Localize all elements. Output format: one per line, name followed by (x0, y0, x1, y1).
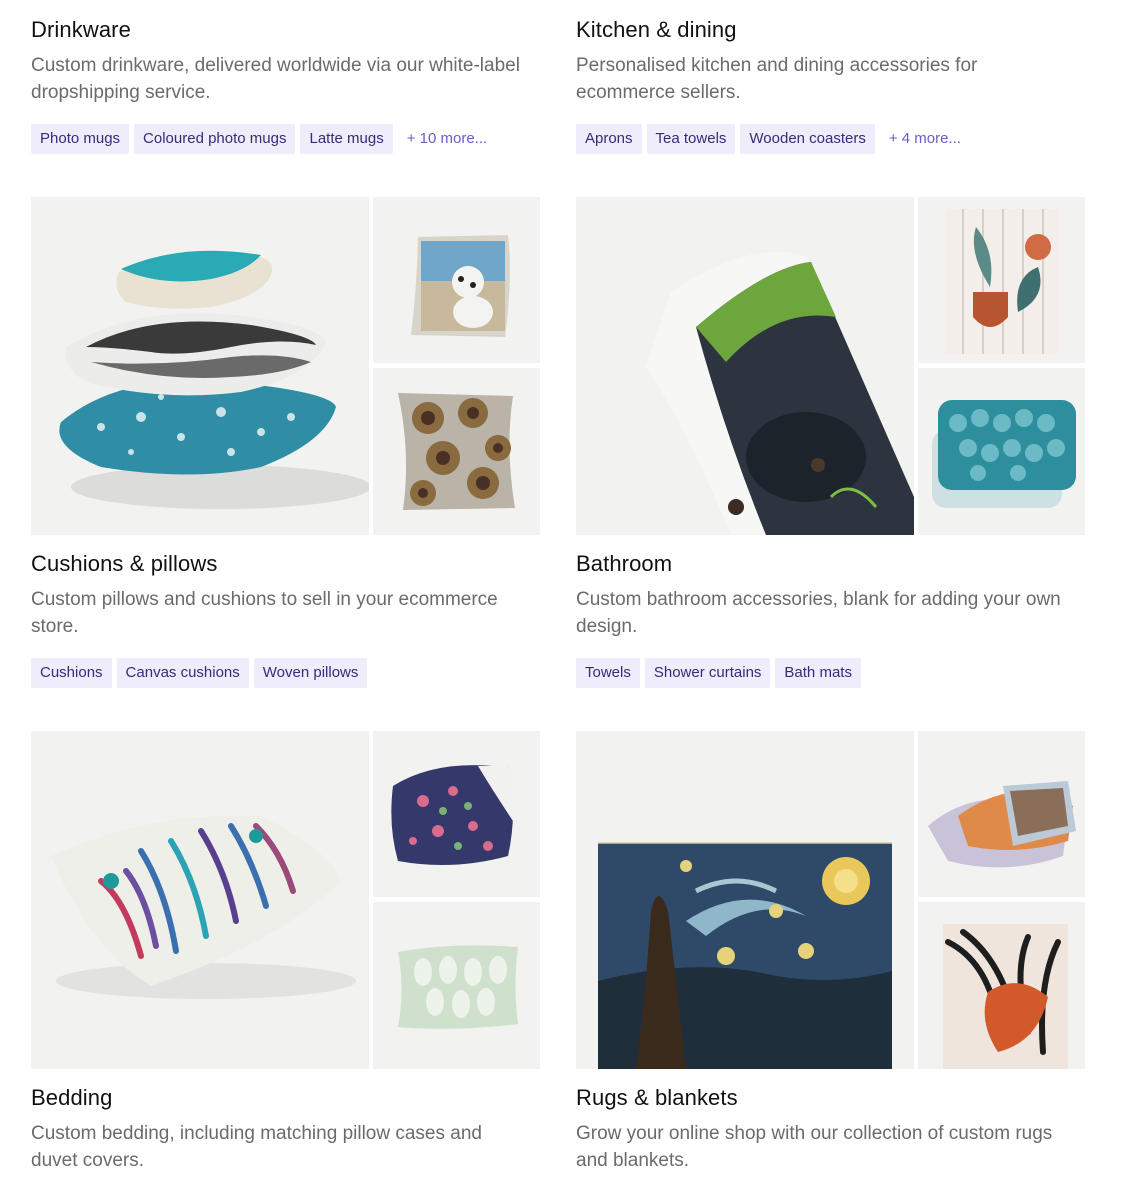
duvet-illustration (391, 765, 515, 865)
tag-list: Aprons Tea towels Wooden coasters + 4 mo… (576, 124, 1086, 154)
stacked-cushions-illustration (59, 250, 369, 509)
bathroom-thumb-curtain[interactable] (918, 197, 1085, 363)
citrus-pattern-cushion-illustration (398, 393, 515, 510)
category-title[interactable]: Drinkware (31, 16, 541, 44)
starry-night-rug-illustration (598, 842, 892, 1069)
gallery-rugs[interactable] (576, 731, 1085, 1069)
bathroom-thumb-bathmat[interactable] (918, 368, 1085, 535)
cushions-main-image[interactable] (31, 197, 369, 535)
category-drinkware: Drinkware Custom drinkware, delivered wo… (31, 16, 541, 154)
tag-canvas-cushions[interactable]: Canvas cushions (116, 658, 249, 688)
category-title[interactable]: Rugs & blankets (576, 1084, 1086, 1112)
cushions-thumb-citrus[interactable] (373, 368, 540, 535)
more-tags-link[interactable]: + 10 more... (398, 124, 496, 154)
rugs-main-image[interactable] (576, 731, 914, 1069)
tag-woven-pillows[interactable]: Woven pillows (253, 658, 368, 688)
category-description: Personalised kitchen and dining accessor… (576, 55, 978, 103)
category-cushions: Cushions & pillows Custom pillows and cu… (31, 550, 541, 688)
dog-photo-cushion-illustration (411, 235, 510, 337)
category-rugs: Rugs & blankets Grow your online shop wi… (576, 1084, 1086, 1174)
gallery-cushions[interactable] (31, 197, 540, 535)
tag-towels[interactable]: Towels (576, 658, 640, 688)
category-title[interactable]: Cushions & pillows (31, 550, 541, 578)
gallery-bathroom[interactable] (576, 197, 1085, 535)
bedding-thumb-duvet[interactable] (373, 731, 540, 897)
more-tags-link[interactable]: + 4 more... (880, 124, 970, 154)
bathroom-main-image[interactable] (576, 197, 914, 535)
tag-wooden-coasters[interactable]: Wooden coasters (740, 124, 875, 154)
tag-tea-towels[interactable]: Tea towels (646, 124, 736, 154)
tag-list: Photo mugs Coloured photo mugs Latte mug… (31, 124, 541, 154)
tag-photo-mugs[interactable]: Photo mugs (31, 124, 130, 154)
bedding-main-image[interactable] (31, 731, 369, 1069)
tag-shower-curtains[interactable]: Shower curtains (644, 658, 771, 688)
tag-coloured-photo-mugs[interactable]: Coloured photo mugs (134, 124, 296, 154)
tag-bath-mats[interactable]: Bath mats (775, 658, 861, 688)
folded-blankets-illustration (928, 781, 1076, 868)
shower-curtain-illustration (946, 209, 1058, 354)
category-bathroom: Bathroom Custom bathroom accessories, bl… (576, 550, 1086, 688)
tag-aprons[interactable]: Aprons (576, 124, 642, 154)
category-description: Custom bathroom accessories, blank for a… (576, 589, 1061, 637)
category-description: Custom pillows and cushions to sell in y… (31, 589, 498, 637)
rugs-thumb-blanket[interactable] (918, 902, 1085, 1069)
category-description: Custom drinkware, delivered worldwide vi… (31, 55, 520, 103)
rugs-thumb-folded-blankets[interactable] (918, 731, 1085, 897)
category-description: Custom bedding, including matching pillo… (31, 1123, 482, 1171)
tag-latte-mugs[interactable]: Latte mugs (300, 124, 393, 154)
cushions-thumb-dog[interactable] (373, 197, 540, 363)
tag-list: Cushions Canvas cushions Woven pillows (31, 658, 541, 688)
tag-list: Towels Shower curtains Bath mats (576, 658, 1086, 688)
dog-towel-illustration (646, 251, 914, 535)
leaf-pattern-blanket-illustration (943, 924, 1068, 1069)
tag-cushions[interactable]: Cushions (31, 658, 112, 688)
leaf-pillow-illustration (398, 945, 518, 1029)
bath-mat-illustration (932, 400, 1076, 508)
category-description: Grow your online shop with our collectio… (576, 1123, 1053, 1171)
category-title[interactable]: Bathroom (576, 550, 1086, 578)
category-bedding: Bedding Custom bedding, including matchi… (31, 1084, 541, 1174)
category-kitchen: Kitchen & dining Personalised kitchen an… (576, 16, 1086, 154)
gallery-bedding[interactable] (31, 731, 540, 1069)
feather-pillowcase-illustration (51, 815, 356, 999)
category-title[interactable]: Kitchen & dining (576, 16, 1086, 44)
category-title[interactable]: Bedding (31, 1084, 541, 1112)
bedding-thumb-pillow[interactable] (373, 902, 540, 1069)
